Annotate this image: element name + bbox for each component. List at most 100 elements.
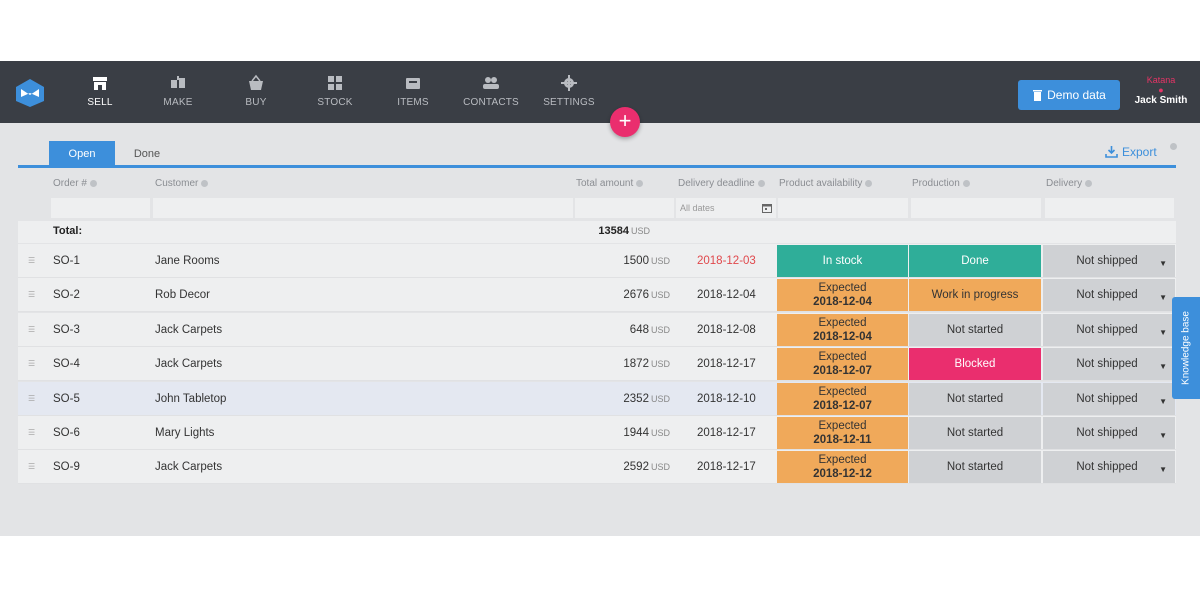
row-drag-handle-icon[interactable]: ☰ <box>28 244 35 278</box>
column-header-total-amount[interactable]: Total amount <box>576 178 644 189</box>
knowledge-base-button[interactable]: Knowledge base <box>1172 297 1200 399</box>
production-status[interactable]: Not started <box>909 313 1041 346</box>
column-header-delivery-deadline[interactable]: Delivery deadline <box>678 178 765 189</box>
nav-item-settings[interactable]: SETTINGS <box>534 74 604 108</box>
customer-name[interactable]: Jack Carpets <box>155 347 222 381</box>
production-status[interactable]: Not started <box>909 451 1041 484</box>
order-filter-input[interactable] <box>51 198 150 218</box>
amount-currency: USD <box>650 290 670 301</box>
table-row[interactable]: ☰ SO-9 Jack Carpets 2592 USD 2018-12-17 Expect… <box>18 450 1176 485</box>
order-number[interactable]: SO-9 <box>53 450 80 484</box>
production-filter-input[interactable] <box>911 198 1041 218</box>
production-label: Not started <box>946 461 1004 474</box>
production-label: Not started <box>946 392 1004 405</box>
order-amount: 648 USD <box>630 313 670 347</box>
amount-filter-input[interactable] <box>575 198 674 218</box>
availability-status[interactable]: Expected 2018-12-04 <box>777 279 908 312</box>
row-drag-handle-icon[interactable]: ☰ <box>28 278 35 312</box>
table-row[interactable]: ☰ SO-1 Jane Rooms 1500 USD 2018-12-03 In stock… <box>18 244 1176 278</box>
row-drag-handle-icon[interactable]: ☰ <box>28 347 35 381</box>
order-number[interactable]: SO-2 <box>53 278 80 312</box>
demo-data-button[interactable]: Demo data <box>1018 80 1120 110</box>
info-icon <box>201 179 209 187</box>
row-drag-handle-icon[interactable]: ☰ <box>28 313 35 347</box>
delivery-deadline[interactable]: 2018-12-17 <box>697 416 756 450</box>
calendar-icon[interactable] <box>762 203 772 213</box>
tab-underline <box>18 165 1176 168</box>
table-row[interactable]: ☰ SO-4 Jack Carpets 1872 USD 2018-12-17 Expect… <box>18 347 1176 382</box>
delivery-deadline[interactable]: 2018-12-04 <box>697 278 756 312</box>
delivery-status-dropdown[interactable]: Not shipped ▼ <box>1043 382 1175 415</box>
nav-item-items[interactable]: ITEMS <box>378 74 448 108</box>
add-order-button[interactable]: + <box>610 107 640 137</box>
delivery-label: Not shipped <box>1076 461 1138 474</box>
export-button[interactable]: Export <box>1105 145 1157 159</box>
delivery-deadline[interactable]: 2018-12-17 <box>697 450 756 484</box>
production-status[interactable]: Blocked <box>909 348 1041 381</box>
tab-open[interactable]: Open <box>49 141 115 166</box>
customer-filter-input[interactable] <box>153 198 573 218</box>
production-status[interactable]: Not started <box>909 417 1041 449</box>
delivery-status-dropdown[interactable]: Not shipped ▼ <box>1043 313 1175 346</box>
customer-name[interactable]: Rob Decor <box>155 278 210 312</box>
availability-status[interactable]: Expected 2018-12-11 <box>777 417 908 449</box>
export-info-icon[interactable] <box>1170 143 1177 150</box>
availability-status[interactable]: Expected 2018-12-04 <box>777 313 908 346</box>
delivery-label: Not shipped <box>1076 255 1138 267</box>
delivery-deadline[interactable]: 2018-12-17 <box>697 347 756 381</box>
availability-status[interactable]: In stock <box>777 245 908 277</box>
customer-name[interactable]: Jack Carpets <box>155 313 222 347</box>
column-header-production[interactable]: Production <box>912 178 970 189</box>
order-number[interactable]: SO-3 <box>53 313 80 347</box>
tab-done[interactable]: Done <box>116 141 178 166</box>
availability-status[interactable]: Expected 2018-12-07 <box>777 382 908 415</box>
table-row[interactable]: ☰ SO-3 Jack Carpets 648 USD 2018-12-08 Expecte… <box>18 312 1176 347</box>
nav-item-sell[interactable]: SELL <box>65 74 135 108</box>
order-number[interactable]: SO-1 <box>53 244 80 278</box>
delivery-status-dropdown[interactable]: Not shipped ▼ <box>1043 451 1175 484</box>
delivery-deadline[interactable]: 2018-12-08 <box>697 313 756 347</box>
delivery-status-dropdown[interactable]: Not shipped ▼ <box>1043 417 1175 449</box>
delivery-status-dropdown[interactable]: Not shipped ▼ <box>1043 245 1175 277</box>
production-status[interactable]: Not started <box>909 382 1041 415</box>
availability-status[interactable]: Expected 2018-12-12 <box>777 451 908 484</box>
delivery-status-dropdown[interactable]: Not shipped ▼ <box>1043 348 1175 381</box>
column-header-customer[interactable]: Customer <box>155 178 209 189</box>
user-avatar-icon: ● <box>1158 85 1164 95</box>
column-header-delivery[interactable]: Delivery <box>1046 178 1093 189</box>
nav-item-contacts[interactable]: CONTACTS <box>456 74 526 108</box>
delivery-filter-input[interactable] <box>1045 198 1174 218</box>
people-icon <box>483 77 499 89</box>
nav-item-make[interactable]: MAKE <box>143 74 213 108</box>
nav-item-buy[interactable]: BUY <box>221 74 291 108</box>
caret-down-icon: ▼ <box>1159 259 1167 268</box>
column-header-product-availability[interactable]: Product availability <box>779 178 873 189</box>
katana-logo-icon[interactable] <box>15 78 45 108</box>
nav-item-label: CONTACTS <box>463 97 519 108</box>
customer-name[interactable]: Jane Rooms <box>155 244 220 278</box>
column-header-order[interactable]: Order # <box>53 178 97 189</box>
production-status[interactable]: Done <box>909 245 1041 277</box>
delivery-deadline[interactable]: 2018-12-10 <box>697 382 756 416</box>
customer-name[interactable]: John Tabletop <box>155 382 226 416</box>
table-row[interactable]: ☰ SO-6 Mary Lights 1944 USD 2018-12-17 Expecte… <box>18 416 1176 450</box>
customer-name[interactable]: Mary Lights <box>155 416 214 450</box>
deadline-filter-input[interactable]: All dates <box>676 198 776 218</box>
order-number[interactable]: SO-4 <box>53 347 80 381</box>
row-drag-handle-icon[interactable]: ☰ <box>28 450 35 484</box>
export-label: Export <box>1122 145 1157 159</box>
row-drag-handle-icon[interactable]: ☰ <box>28 416 35 450</box>
delivery-deadline[interactable]: 2018-12-03 <box>697 244 756 278</box>
availability-status[interactable]: Expected 2018-12-07 <box>777 348 908 381</box>
order-number[interactable]: SO-5 <box>53 382 80 416</box>
row-drag-handle-icon[interactable]: ☰ <box>28 382 35 416</box>
table-row[interactable]: ☰ SO-2 Rob Decor 2676 USD 2018-12-04 Expected 2… <box>18 278 1176 313</box>
order-number[interactable]: SO-6 <box>53 416 80 450</box>
customer-name[interactable]: Jack Carpets <box>155 450 222 484</box>
user-menu[interactable]: Katana ● Jack Smith <box>1130 75 1192 106</box>
availability-filter-input[interactable] <box>778 198 908 218</box>
table-row[interactable]: ☰ SO-5 John Tabletop 2352 USD 2018-12-10 Expec… <box>18 381 1176 416</box>
delivery-status-dropdown[interactable]: Not shipped ▼ <box>1043 279 1175 312</box>
nav-item-stock[interactable]: STOCK <box>300 74 370 108</box>
production-status[interactable]: Work in progress <box>909 279 1041 312</box>
